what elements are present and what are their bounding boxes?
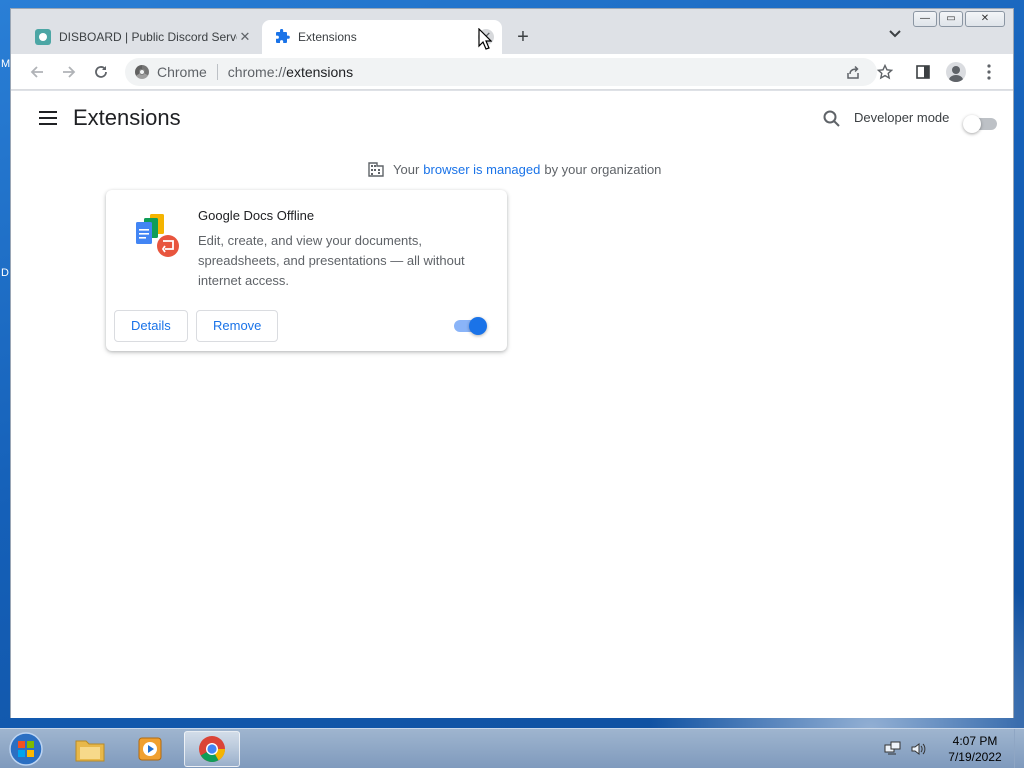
- developer-mode-toggle[interactable]: [963, 115, 997, 133]
- address-bar[interactable]: Chrome chrome:// extensions: [125, 58, 893, 86]
- extension-name: Google Docs Offline: [198, 208, 315, 223]
- chevron-down-icon: [889, 30, 901, 38]
- url-path: extensions: [286, 64, 354, 80]
- network-icon[interactable]: [884, 741, 902, 757]
- page-title: Extensions: [73, 105, 181, 130]
- windows-taskbar: 4:07 PM 7/19/2022: [0, 728, 1024, 768]
- managed-notice: Your browser is managed by your organiza…: [367, 160, 661, 178]
- tab-search-button[interactable]: [883, 27, 907, 49]
- google-docs-offline-icon: [136, 214, 179, 257]
- menu-button[interactable]: [977, 60, 1001, 84]
- avatar-icon: [946, 62, 966, 82]
- folder-icon: [75, 740, 105, 762]
- system-tray: [884, 729, 928, 768]
- chrome-icon: [199, 736, 226, 763]
- desktop-peek-text-top: M: [1, 58, 11, 70]
- clock-date: 7/19/2022: [948, 750, 1002, 764]
- omnibox-separator: [216, 64, 218, 80]
- minimize-button[interactable]: —: [913, 11, 937, 27]
- speaker-icon[interactable]: [910, 741, 928, 757]
- site-chip: Chrome: [157, 64, 207, 80]
- extension-card: Google Docs Offline Edit, create, and vi…: [106, 190, 507, 351]
- new-tab-button[interactable]: +: [511, 26, 535, 50]
- remove-button[interactable]: Remove: [196, 310, 279, 342]
- reload-icon: [95, 66, 107, 78]
- details-button[interactable]: Details: [114, 310, 188, 342]
- managed-link[interactable]: browser is managed: [423, 162, 540, 177]
- taskbar-clock[interactable]: 4:07 PM 7/19/2022: [936, 733, 1014, 765]
- tab-title: DISBOARD | Public Discord Serve: [59, 30, 237, 44]
- chrome-window: DISBOARD | Public Discord Serve ✕ Extens…: [10, 8, 1014, 718]
- profile-button[interactable]: [944, 60, 968, 84]
- close-window-button[interactable]: ✕: [965, 11, 1005, 27]
- hamburger-menu-icon[interactable]: [39, 111, 57, 125]
- taskbar-file-explorer[interactable]: [62, 731, 118, 767]
- forward-button[interactable]: [57, 60, 81, 84]
- puzzle-piece-icon: [276, 29, 290, 43]
- mouse-cursor-icon: [478, 28, 492, 50]
- share-icon[interactable]: [843, 62, 863, 82]
- show-desktop-button[interactable]: [1014, 729, 1024, 768]
- kebab-menu-icon: [987, 64, 991, 80]
- building-icon: [368, 162, 384, 177]
- desktop-peek-text-mid: D: [1, 267, 9, 279]
- tab-disboard[interactable]: DISBOARD | Public Discord Serve ✕: [25, 20, 261, 54]
- extension-enable-toggle[interactable]: [454, 317, 487, 335]
- taskbar-media-player[interactable]: [122, 731, 178, 767]
- tab-extensions[interactable]: Extensions ✕: [262, 20, 502, 54]
- disboard-favicon-icon: [35, 29, 51, 45]
- toggle-knob: [469, 317, 487, 335]
- search-icon[interactable]: [821, 108, 843, 130]
- start-button[interactable]: [6, 731, 46, 767]
- managed-prefix: Your: [393, 161, 420, 177]
- browser-toolbar: Chrome chrome:// extensions: [11, 54, 1013, 90]
- arrow-left-icon: [30, 66, 43, 78]
- tab-close-icon[interactable]: ✕: [237, 29, 253, 45]
- managed-suffix: by your organization: [544, 161, 662, 177]
- tab-title: Extensions: [298, 30, 357, 44]
- back-button[interactable]: [25, 60, 49, 84]
- taskbar-chrome[interactable]: [184, 731, 240, 767]
- chrome-site-icon: [135, 65, 149, 79]
- clock-time: 4:07 PM: [952, 734, 998, 748]
- toggle-knob: [963, 115, 981, 133]
- side-panel-icon: [916, 65, 930, 79]
- url-scheme: chrome://: [227, 64, 287, 80]
- extensions-page: Extensions Developer mode Your browser i…: [11, 91, 1013, 718]
- reload-button[interactable]: [89, 60, 113, 84]
- tab-strip: DISBOARD | Public Discord Serve ✕ Extens…: [11, 9, 1013, 54]
- window-controls: — ▭ ✕: [913, 11, 1005, 27]
- side-panel-button[interactable]: [911, 60, 935, 84]
- arrow-right-icon: [63, 66, 76, 78]
- media-player-icon: [138, 737, 162, 761]
- developer-mode-label: Developer mode: [854, 110, 950, 125]
- bookmark-star-icon[interactable]: [875, 62, 895, 82]
- maximize-button[interactable]: ▭: [939, 11, 963, 27]
- extension-description: Edit, create, and view your documents, s…: [198, 233, 465, 288]
